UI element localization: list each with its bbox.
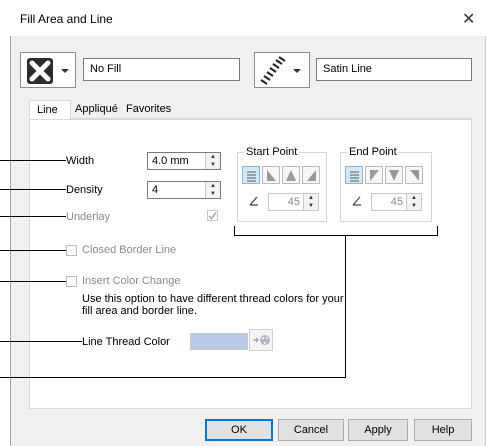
right-taper-down-icon (410, 170, 419, 181)
satin-line-icon (260, 56, 301, 85)
annotation-bracket-stem (345, 236, 346, 377)
start-angle-spin-buttons[interactable]: ▲ ▼ (303, 194, 318, 210)
tab-favorites-label: Favorites (126, 103, 172, 115)
end-point-label: End Point (347, 146, 399, 158)
width-value: 4.0 mm (152, 155, 189, 167)
start-point-option-1[interactable] (242, 166, 260, 184)
leader-line-closed-border (0, 250, 66, 251)
help-button[interactable]: Help (414, 419, 472, 441)
start-angle-value: 45 (287, 196, 300, 208)
thread-color-picker-button[interactable] (249, 329, 273, 351)
cancel-button[interactable]: Cancel (278, 419, 344, 441)
apply-button[interactable]: Apply (348, 419, 408, 441)
leader-line-density (0, 189, 66, 190)
tab-line-label: Line (37, 104, 58, 116)
start-angle-stepper[interactable]: 45 ▲ ▼ (268, 193, 319, 211)
insert-color-label: Insert Color Change (82, 275, 181, 287)
leader-line-insert-color (0, 281, 66, 282)
closed-border-checkbox[interactable] (66, 245, 77, 256)
density-value: 4 (152, 184, 159, 196)
fill-type-field[interactable]: No Fill (83, 58, 240, 81)
start-point-option-3[interactable] (282, 166, 300, 184)
checkmark-icon (208, 212, 217, 220)
thread-color-label: Line Thread Color (82, 336, 170, 348)
width-stepper[interactable]: 4.0 mm ▲ ▼ (147, 152, 221, 170)
leader-line-width (0, 160, 66, 161)
density-stepper[interactable]: 4 ▲ ▼ (147, 181, 221, 199)
density-label: Density (66, 184, 103, 196)
palette-icon (253, 335, 270, 345)
ok-button[interactable]: OK (205, 419, 273, 441)
end-point-option-2[interactable] (365, 166, 383, 184)
tab-applique[interactable]: Appliqué (75, 100, 123, 119)
start-point-option-4[interactable] (302, 166, 320, 184)
start-angle-icon (248, 195, 260, 207)
left-taper-down-icon (370, 170, 379, 181)
width-spin-buttons[interactable]: ▲ ▼ (205, 153, 220, 169)
insert-color-help-text: Use this option to have different thread… (82, 293, 344, 317)
right-taper-icon (307, 170, 316, 181)
full-stitch-icon (350, 171, 359, 182)
no-fill-icon (27, 58, 69, 84)
line-type-button[interactable] (254, 52, 310, 88)
leader-line-thread-color (0, 341, 82, 342)
fill-type-button[interactable] (20, 52, 76, 88)
tab-favorites[interactable]: Favorites (126, 100, 176, 119)
leader-line-underlay (0, 216, 66, 217)
full-stitch-icon (247, 171, 256, 182)
line-type-field[interactable]: Satin Line (316, 58, 472, 81)
start-point-group: Start Point (237, 146, 327, 222)
end-angle-spin-buttons[interactable]: ▲ ▼ (406, 194, 421, 210)
start-point-label: Start Point (244, 146, 300, 158)
insert-color-checkbox[interactable] (66, 276, 77, 287)
density-spin-buttons[interactable]: ▲ ▼ (205, 182, 220, 198)
end-point-option-4[interactable] (405, 166, 423, 184)
leader-line-start-end-points (0, 377, 346, 378)
end-angle-value: 45 (390, 196, 403, 208)
thread-color-swatch[interactable] (190, 333, 248, 350)
start-point-option-2[interactable] (262, 166, 280, 184)
end-point-option-1[interactable] (345, 166, 363, 184)
left-taper-icon (267, 170, 276, 181)
end-point-group: End Point (340, 146, 432, 222)
close-icon[interactable]: ✕ (462, 9, 475, 29)
width-label: Width (66, 155, 95, 167)
tab-line[interactable]: Line (29, 100, 71, 120)
end-point-option-3[interactable] (385, 166, 403, 184)
center-taper-icon (286, 170, 296, 181)
underlay-label: Underlay (66, 211, 111, 223)
end-angle-icon (351, 195, 363, 207)
center-taper-down-icon (389, 170, 399, 181)
annotation-bracket (234, 226, 438, 236)
dialog-title: Fill Area and Line (20, 12, 113, 26)
underlay-checkbox[interactable] (207, 210, 218, 221)
tab-applique-label: Appliqué (75, 103, 118, 115)
closed-border-label: Closed Border Line (82, 244, 177, 256)
end-angle-stepper[interactable]: 45 ▲ ▼ (371, 193, 422, 211)
